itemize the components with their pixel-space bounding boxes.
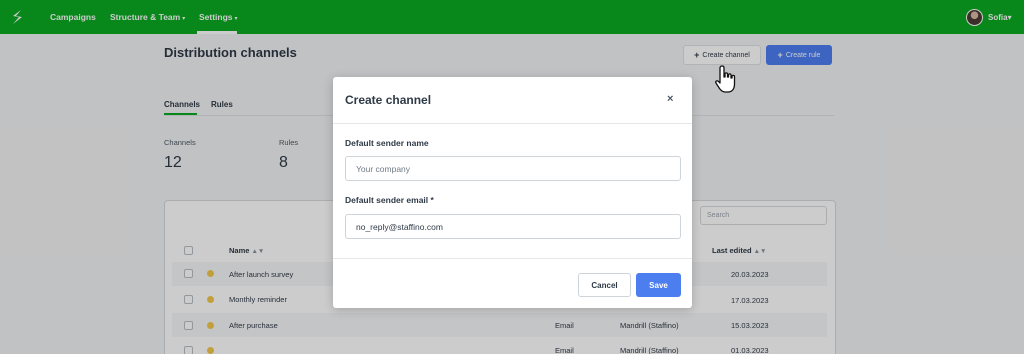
dialog-footer-divider <box>333 258 692 259</box>
hand-pointer-icon <box>715 65 736 93</box>
create-channel-dialog: Create channel × Default sender name Def… <box>333 77 692 308</box>
sender-name-label: Default sender name <box>345 138 429 148</box>
save-button[interactable]: Save <box>636 273 681 297</box>
dialog-title: Create channel <box>345 93 432 107</box>
sender-name-input[interactable] <box>345 156 681 181</box>
sender-email-label: Default sender email * <box>345 195 434 205</box>
cancel-button[interactable]: Cancel <box>578 273 631 297</box>
dialog-divider <box>333 123 692 124</box>
sender-email-input[interactable] <box>345 214 681 239</box>
close-icon[interactable]: × <box>667 93 673 105</box>
